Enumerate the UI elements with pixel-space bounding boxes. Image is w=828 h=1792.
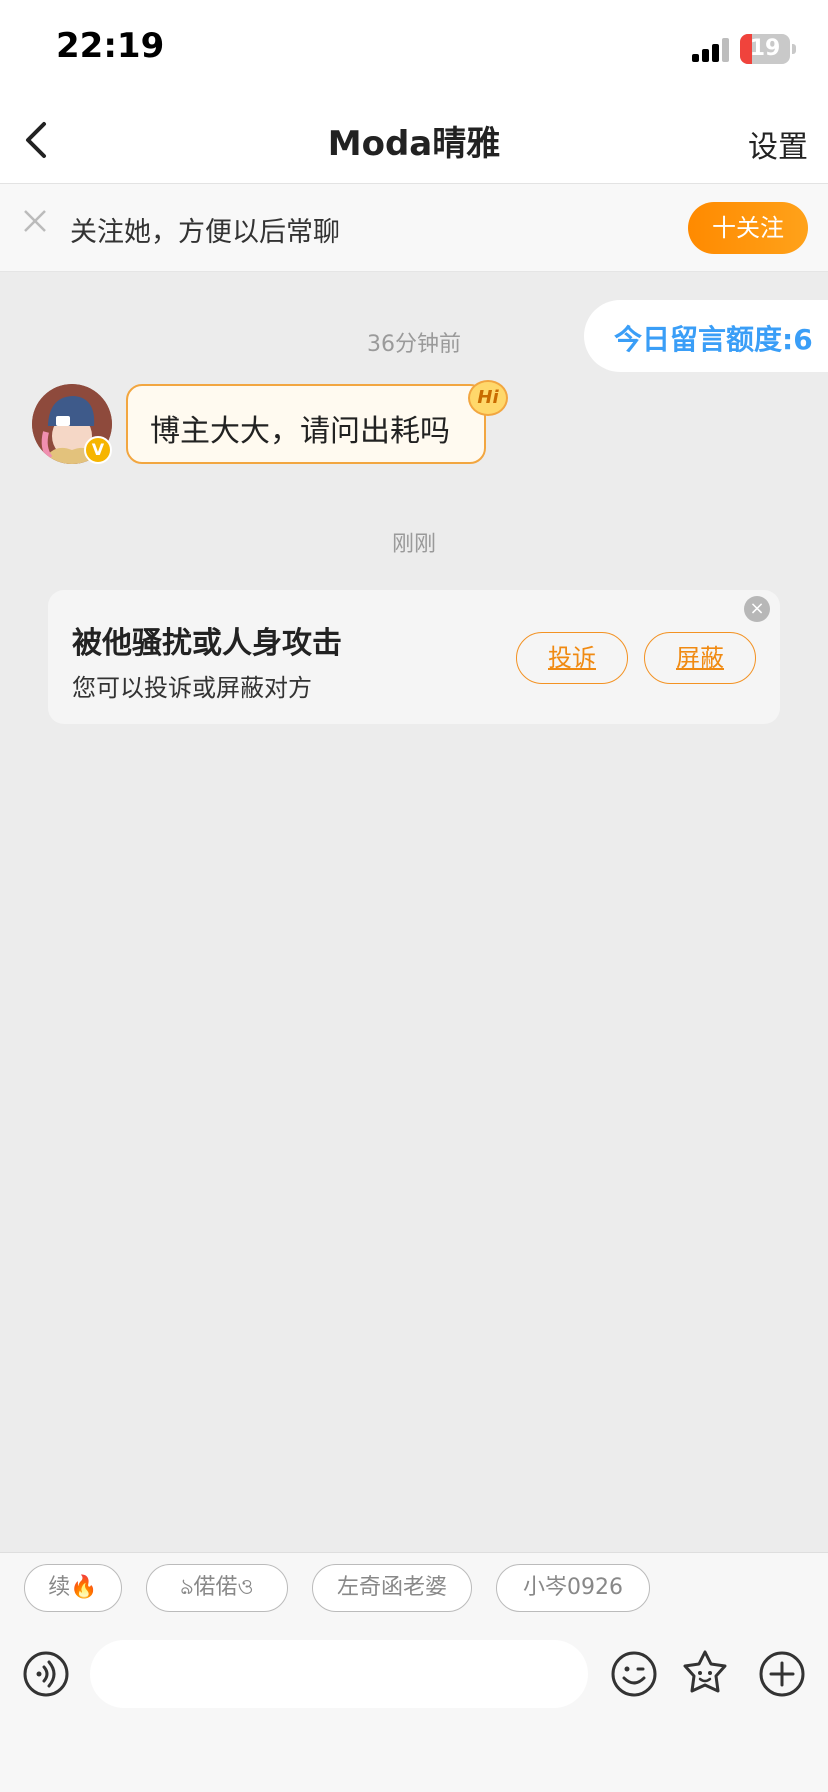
status-bar: 22:19 19: [0, 0, 828, 96]
status-time: 22:19: [56, 26, 165, 66]
sticker-icon[interactable]: [680, 1648, 730, 1698]
follow-button[interactable]: 十关注: [688, 202, 808, 254]
verified-badge: V: [84, 436, 112, 464]
battery-tip: [792, 44, 796, 54]
message-timestamp: 36分钟前: [367, 332, 461, 357]
emoji-icon[interactable]: [610, 1650, 658, 1698]
settings-button[interactable]: 设置: [748, 122, 808, 166]
block-button[interactable]: 屏蔽: [644, 632, 756, 684]
message-timestamp: 刚刚: [391, 532, 436, 557]
message-input[interactable]: [90, 1640, 588, 1708]
incoming-message-bubble[interactable]: 博主大大，请问出耗吗: [126, 384, 486, 464]
page-title: Moda晴雅: [327, 124, 501, 164]
voice-icon[interactable]: [22, 1650, 70, 1698]
follow-prompt-text: 关注她，方便以后常聊: [70, 217, 340, 248]
quick-chip[interactable]: 续🔥: [24, 1564, 122, 1612]
quick-chip[interactable]: 左奇函老婆: [312, 1564, 472, 1612]
harassment-title: 被他骚扰或人身攻击: [72, 626, 342, 661]
incoming-message-text: 博主大大，请问出耗吗: [150, 414, 450, 449]
signal-icon: [692, 38, 729, 62]
battery-icon: 19: [740, 34, 790, 64]
report-button[interactable]: 投诉: [516, 632, 628, 684]
battery-level: 19: [749, 36, 781, 61]
hi-badge: Hi: [468, 380, 508, 416]
nav-bar: Moda晴雅 设置: [0, 96, 828, 184]
card-close-icon[interactable]: ×: [744, 596, 770, 622]
plus-icon[interactable]: [758, 1650, 806, 1698]
quick-chip[interactable]: 小岑0926: [496, 1564, 650, 1612]
follow-banner: 关注她，方便以后常聊 十关注: [0, 184, 828, 272]
close-icon[interactable]: [22, 208, 48, 234]
harassment-subtitle: 您可以投诉或屏蔽对方: [72, 674, 312, 702]
harassment-card: 被他骚扰或人身攻击 您可以投诉或屏蔽对方 投诉 屏蔽: [48, 590, 780, 724]
quick-chip[interactable]: ঌ偌偌ও: [146, 1564, 288, 1612]
